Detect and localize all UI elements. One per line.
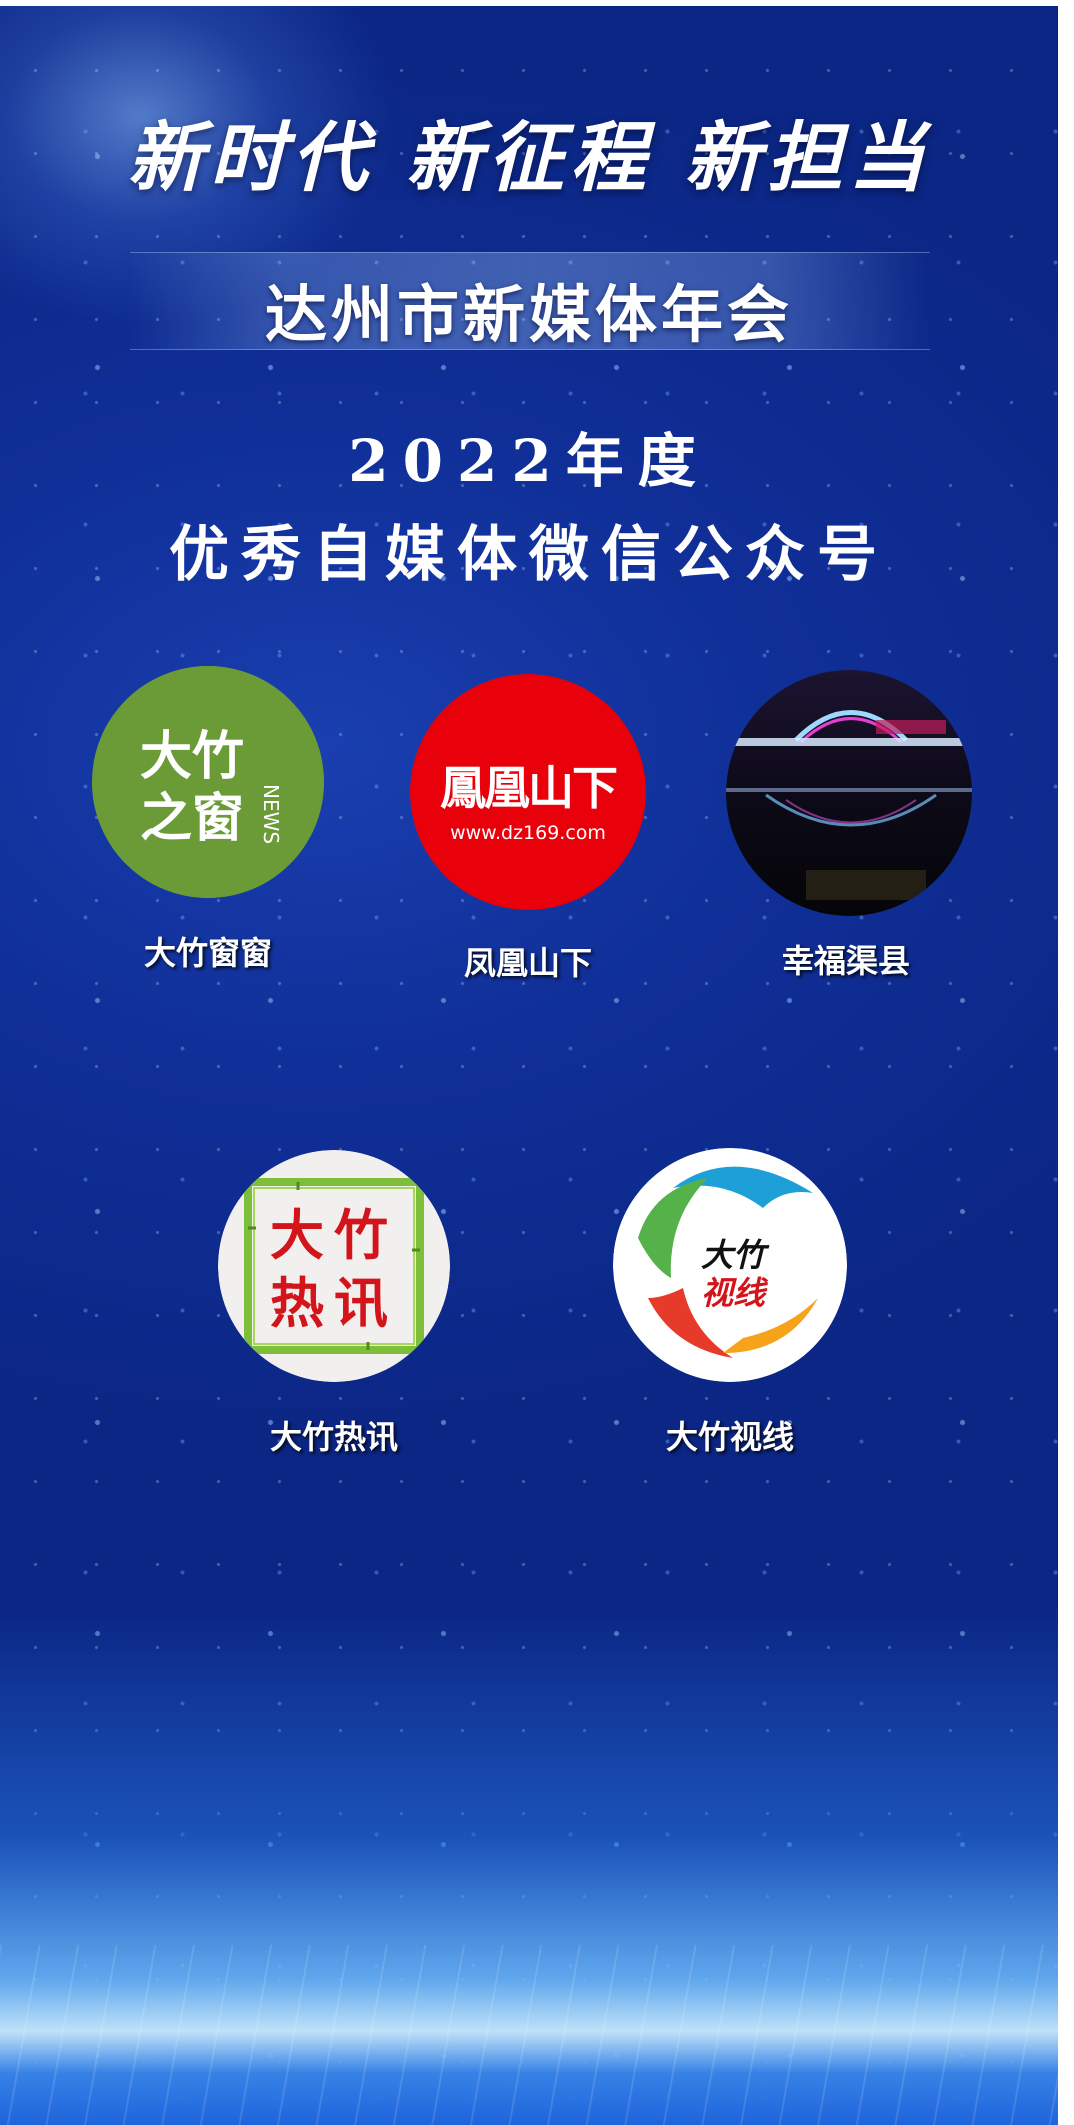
logo-text-bottom: 热讯 bbox=[270, 1271, 398, 1335]
account-card-dazhu-chuangchuang[interactable]: 大竹 之窗 NEWS 大竹窗窗 bbox=[88, 666, 328, 974]
event-title: 达州市新媒体年会 bbox=[264, 278, 793, 351]
logo-text-bottom: 之窗 bbox=[140, 788, 244, 849]
logo-news-tag: NEWS bbox=[259, 784, 283, 844]
account-name: 大竹视线 bbox=[665, 1418, 794, 1456]
award-year: 2022年度 bbox=[348, 427, 710, 495]
poster-background: 新时代 新征程 新担当 达州市新媒体年会 2022年度 优秀自媒体微信公众号 大… bbox=[0, 6, 1058, 2125]
logo-text-top: 大竹 bbox=[701, 1236, 770, 1274]
bottom-light-streaks bbox=[0, 1945, 1058, 2125]
logo-text-top: 大竹 bbox=[140, 726, 244, 787]
logo-brand-text: 鳳凰山下 bbox=[440, 761, 617, 815]
account-name: 凤凰山下 bbox=[463, 944, 592, 982]
account-name: 大竹热讯 bbox=[269, 1418, 398, 1456]
account-card-dazhu-shixian[interactable]: 大竹 视线 大竹视线 bbox=[610, 1148, 850, 1458]
award-category: 优秀自媒体微信公众号 bbox=[169, 520, 889, 590]
bamboo-frame-logo-icon: 大竹 热讯 bbox=[218, 1150, 450, 1382]
account-name: 大竹窗窗 bbox=[143, 934, 272, 972]
account-name: 幸福渠县 bbox=[781, 942, 910, 980]
logo-text-bottom: 视线 bbox=[701, 1274, 769, 1312]
night-bridge-photo-icon bbox=[726, 670, 972, 916]
slogan-headline: 新时代 新征程 新担当 bbox=[127, 113, 931, 202]
dazhu-vision-logo-icon: 大竹 视线 bbox=[613, 1148, 847, 1382]
account-card-fenghuang-shanxia[interactable]: 鳳凰山下 www.dz169.com 凤凰山下 bbox=[408, 674, 648, 984]
logo-url-text: www.dz169.com bbox=[450, 822, 606, 844]
fenghuangshanxia-logo-icon: 鳳凰山下 www.dz169.com bbox=[410, 674, 646, 910]
account-card-xingfu-quxian[interactable]: 幸福渠县 bbox=[726, 670, 972, 982]
account-card-dazhu-rexun[interactable]: 大竹 热讯 大竹热讯 bbox=[214, 1150, 454, 1458]
logo-text-top: 大竹 bbox=[270, 1203, 398, 1267]
dazhu-window-news-logo-icon: 大竹 之窗 NEWS bbox=[92, 666, 324, 898]
